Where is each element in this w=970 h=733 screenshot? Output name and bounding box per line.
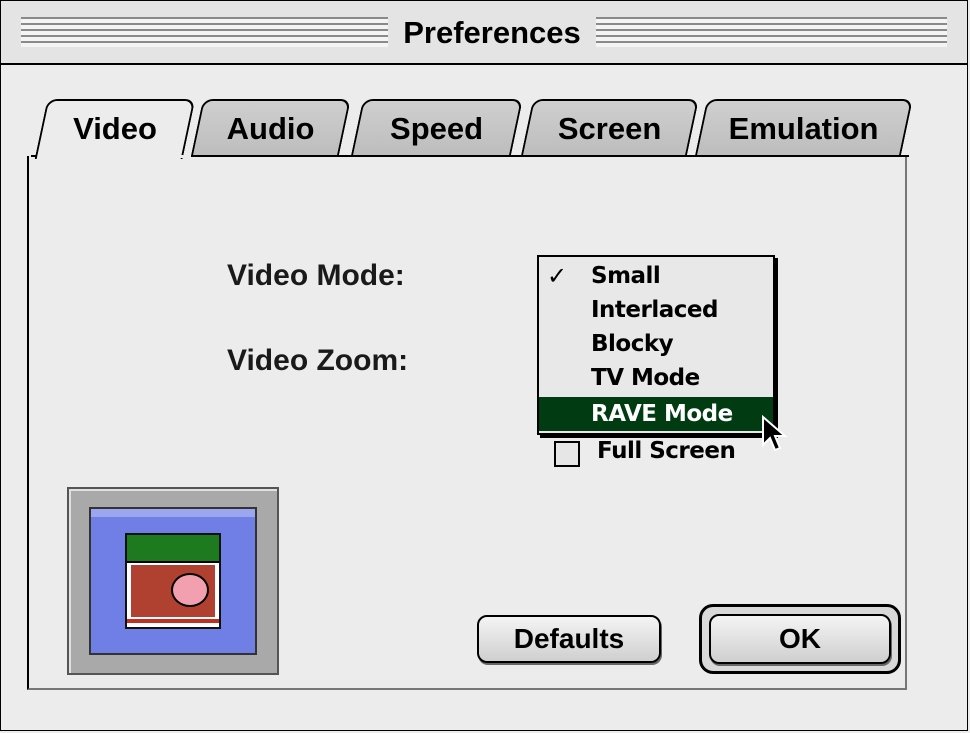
ok-button[interactable]: OK bbox=[709, 614, 891, 664]
window-title: Preferences bbox=[388, 15, 596, 51]
menu-item-small-label: Small bbox=[591, 263, 661, 289]
tab-speed-label: Speed bbox=[390, 111, 484, 146]
video-zoom-label: Video Zoom: bbox=[227, 344, 409, 377]
preview-screen bbox=[125, 533, 221, 629]
menu-item-rave-mode-label: RAVE Mode bbox=[591, 401, 733, 427]
tab-bar: Video Audio Speed Screen Emulation bbox=[1, 99, 967, 159]
menu-item-rave-mode[interactable]: RAVE Mode bbox=[539, 397, 773, 431]
menu-item-interlaced-label: Interlaced bbox=[591, 297, 718, 323]
preview-window-titlebar bbox=[91, 509, 255, 517]
menu-item-blocky-label: Blocky bbox=[591, 331, 674, 357]
menu-item-tv-mode[interactable]: TV Mode bbox=[539, 361, 773, 395]
preview-window bbox=[89, 507, 257, 655]
tab-speed[interactable]: Speed bbox=[351, 99, 523, 155]
menu-item-interlaced[interactable]: Interlaced bbox=[539, 293, 773, 327]
defaults-button[interactable]: Defaults bbox=[477, 615, 661, 663]
active-tab-gap bbox=[41, 155, 191, 158]
preview-character bbox=[171, 573, 209, 607]
tab-screen-label: Screen bbox=[557, 111, 662, 146]
tab-emulation[interactable]: Emulation bbox=[695, 99, 913, 155]
title-bar[interactable]: Preferences bbox=[1, 1, 967, 65]
checkmark-icon: ✓ bbox=[547, 262, 567, 290]
preview-scene bbox=[131, 565, 215, 617]
menu-item-small[interactable]: ✓ Small bbox=[539, 259, 773, 293]
tab-audio[interactable]: Audio bbox=[191, 99, 351, 155]
video-preview-icon bbox=[67, 487, 279, 675]
tab-audio-label: Audio bbox=[226, 111, 315, 146]
tab-video-label: Video bbox=[73, 111, 157, 146]
tab-screen[interactable]: Screen bbox=[521, 99, 699, 155]
full-screen-label[interactable]: Full Screen bbox=[597, 438, 736, 464]
preferences-window: Preferences Video Audio Speed Screen Emu… bbox=[0, 0, 968, 731]
title-stripes-left bbox=[21, 17, 388, 47]
video-mode-label: Video Mode: bbox=[227, 259, 405, 292]
menu-item-blocky[interactable]: Blocky bbox=[539, 327, 773, 361]
video-mode-popup-menu[interactable]: ✓ Small Interlaced Blocky TV Mode RAVE M… bbox=[537, 255, 775, 435]
menu-item-tv-mode-label: TV Mode bbox=[591, 365, 700, 391]
tab-emulation-label: Emulation bbox=[728, 111, 879, 146]
preview-curtain bbox=[127, 535, 219, 563]
preview-floor bbox=[127, 619, 219, 623]
title-stripes-right bbox=[580, 17, 947, 47]
arrow-cursor-icon bbox=[762, 415, 788, 452]
tab-video[interactable]: Video bbox=[34, 99, 196, 159]
full-screen-checkbox[interactable] bbox=[554, 441, 580, 467]
